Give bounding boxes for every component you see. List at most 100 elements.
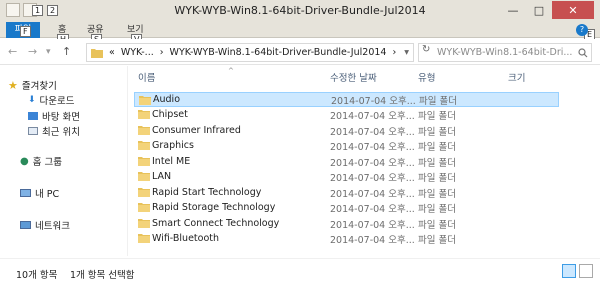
file-date: 2014-07-04 오후... bbox=[330, 172, 415, 184]
folder-icon bbox=[138, 141, 150, 150]
file-name: Smart Connect Technology bbox=[152, 218, 280, 229]
network-icon bbox=[20, 221, 31, 229]
column-header-type[interactable]: 유형 bbox=[418, 70, 435, 84]
file-row[interactable]: Graphics 2014-07-04 오후... 파일 폴더 bbox=[134, 138, 559, 153]
file-row[interactable]: Rapid Storage Technology 2014-07-04 오후...… bbox=[134, 200, 559, 215]
sidebar-item-favorites[interactable]: ★ 즐겨찾기 bbox=[8, 78, 57, 93]
breadcrumb-parent[interactable]: WYK-... bbox=[121, 47, 154, 58]
file-name: Consumer Infrared bbox=[152, 125, 241, 136]
file-name: Graphics bbox=[152, 140, 194, 151]
file-date: 2014-07-04 오후... bbox=[330, 157, 415, 169]
selection-count: 1개 항목 선택함 bbox=[70, 270, 135, 281]
large-icons-view-button[interactable] bbox=[579, 264, 593, 278]
file-row[interactable]: Wifi-Bluetooth 2014-07-04 오후... 파일 폴더 bbox=[134, 231, 559, 246]
sort-ascending-icon: ^ bbox=[228, 67, 234, 75]
file-name: Rapid Start Technology bbox=[152, 187, 262, 198]
folder-icon bbox=[138, 219, 150, 228]
homegroup-icon: ● bbox=[20, 155, 29, 167]
file-name: Intel ME bbox=[152, 156, 191, 167]
file-name: Audio bbox=[153, 94, 181, 105]
navigation-pane: ★ 즐겨찾기 ⬇ 다운로드 바탕 화면 최근 위치 ● 홈 그룹 내 PC 네트… bbox=[0, 66, 128, 256]
recent-locations-icon[interactable]: ▾ bbox=[46, 47, 51, 57]
back-icon[interactable]: ← bbox=[8, 45, 17, 58]
file-date: 2014-07-04 오후... bbox=[331, 95, 416, 107]
file-name: Wifi-Bluetooth bbox=[152, 233, 220, 244]
file-date: 2014-07-04 오후... bbox=[330, 203, 415, 215]
sidebar-item-label: 최근 위치 bbox=[42, 127, 80, 138]
file-name: Chipset bbox=[152, 109, 188, 120]
file-row[interactable]: Consumer Infrared 2014-07-04 오후... 파일 폴더 bbox=[134, 123, 559, 138]
file-type: 파일 폴더 bbox=[418, 203, 456, 215]
status-bar: 10개 항목 1개 항목 선택함 bbox=[0, 258, 600, 284]
folder-icon bbox=[138, 234, 150, 243]
file-date: 2014-07-04 오후... bbox=[330, 234, 415, 246]
up-icon[interactable]: ↑ bbox=[62, 45, 71, 58]
folder-icon bbox=[138, 110, 150, 119]
details-view-button[interactable] bbox=[562, 264, 576, 278]
file-row[interactable]: LAN 2014-07-04 오후... 파일 폴더 bbox=[134, 169, 559, 184]
column-header-size[interactable]: 크기 bbox=[508, 70, 525, 84]
sidebar-item-label: 즐겨찾기 bbox=[21, 81, 57, 92]
file-date: 2014-07-04 오후... bbox=[330, 110, 415, 122]
minimize-button[interactable]: — bbox=[500, 1, 526, 19]
star-icon: ★ bbox=[8, 78, 18, 92]
maximize-button[interactable]: □ bbox=[526, 1, 552, 19]
file-name: Rapid Storage Technology bbox=[152, 202, 276, 213]
sidebar-item-homegroup[interactable]: ● 홈 그룹 bbox=[20, 154, 62, 169]
file-type: 파일 폴더 bbox=[418, 110, 456, 122]
file-date: 2014-07-04 오후... bbox=[330, 126, 415, 138]
folder-icon bbox=[138, 157, 150, 166]
sidebar-item-desktop[interactable]: 바탕 화면 bbox=[28, 109, 80, 123]
file-row[interactable]: Smart Connect Technology 2014-07-04 오후...… bbox=[134, 216, 559, 231]
help-icon[interactable]: ? bbox=[576, 24, 588, 36]
sidebar-item-network[interactable]: 네트워크 bbox=[20, 218, 70, 232]
search-input[interactable]: WYK-WYB-Win8.1-64bit-Dri... bbox=[418, 43, 592, 62]
file-type: 파일 폴더 bbox=[418, 172, 456, 184]
forward-icon[interactable]: → bbox=[28, 45, 37, 58]
file-type: 파일 폴더 bbox=[418, 126, 456, 138]
folder-icon bbox=[91, 48, 103, 58]
breadcrumb-separator[interactable]: › bbox=[160, 47, 164, 58]
address-dropdown-icon[interactable]: ▾ bbox=[404, 47, 409, 58]
folder-icon bbox=[138, 203, 150, 212]
recent-places-icon bbox=[28, 127, 38, 135]
sidebar-item-label: 네트워크 bbox=[35, 221, 70, 232]
file-row[interactable]: Intel ME 2014-07-04 오후... 파일 폴더 bbox=[134, 154, 559, 169]
file-row[interactable]: Rapid Start Technology 2014-07-04 오후... 파일… bbox=[134, 185, 559, 200]
file-type: 파일 폴더 bbox=[418, 157, 456, 169]
sidebar-item-label: 다운로드 bbox=[39, 96, 75, 107]
column-header-date[interactable]: 수정한 날짜 bbox=[330, 70, 377, 84]
file-type: 파일 폴더 bbox=[418, 234, 456, 246]
desktop-icon bbox=[28, 112, 38, 120]
file-date: 2014-07-04 오후... bbox=[330, 219, 415, 231]
sidebar-item-thispc[interactable]: 내 PC bbox=[20, 186, 59, 200]
close-button[interactable]: ✕ bbox=[552, 1, 594, 19]
search-icon bbox=[578, 48, 588, 58]
file-type: 파일 폴더 bbox=[418, 141, 456, 153]
folder-icon bbox=[138, 172, 150, 181]
ribbon-tabs: 파일 F 홈 H 공유 S 보기 V E ? bbox=[0, 22, 600, 45]
breadcrumb-separator[interactable]: › bbox=[392, 47, 396, 58]
file-date: 2014-07-04 오후... bbox=[330, 188, 415, 200]
file-row[interactable]: Audio 2014-07-04 오후... 파일 폴더 bbox=[134, 92, 559, 107]
breadcrumb-current[interactable]: WYK-WYB-Win8.1-64bit-Driver-Bundle-Jul20… bbox=[170, 47, 387, 58]
breadcrumb-overflow[interactable]: « bbox=[109, 47, 115, 58]
sidebar-item-label: 홈 그룹 bbox=[32, 157, 62, 168]
folder-icon bbox=[138, 126, 150, 135]
address-bar[interactable]: « WYK-... › WYK-WYB-Win8.1-64bit-Driver-… bbox=[86, 43, 414, 62]
sidebar-item-label: 내 PC bbox=[35, 189, 60, 200]
column-header-name[interactable]: 이름 bbox=[138, 70, 155, 84]
sidebar-item-recent[interactable]: 최근 위치 bbox=[28, 124, 80, 138]
computer-icon bbox=[20, 189, 31, 197]
sidebar-item-downloads[interactable]: ⬇ 다운로드 bbox=[28, 93, 75, 107]
item-count: 10개 항목 bbox=[16, 270, 58, 281]
keytip-file: F bbox=[20, 26, 31, 37]
title-bar: 1 2 WYK-WYB-Win8.1-64bit-Driver-Bundle-J… bbox=[0, 0, 600, 22]
folder-icon bbox=[139, 96, 151, 105]
folder-icon bbox=[138, 188, 150, 197]
download-icon: ⬇ bbox=[28, 95, 36, 105]
file-type: 파일 폴더 bbox=[418, 188, 456, 200]
file-type: 파일 폴더 bbox=[419, 95, 457, 107]
file-row[interactable]: Chipset 2014-07-04 오후... 파일 폴더 bbox=[134, 107, 559, 122]
navigation-bar: ← → ▾ ↑ « WYK-... › WYK-WYB-Win8.1-64bit… bbox=[0, 39, 600, 65]
